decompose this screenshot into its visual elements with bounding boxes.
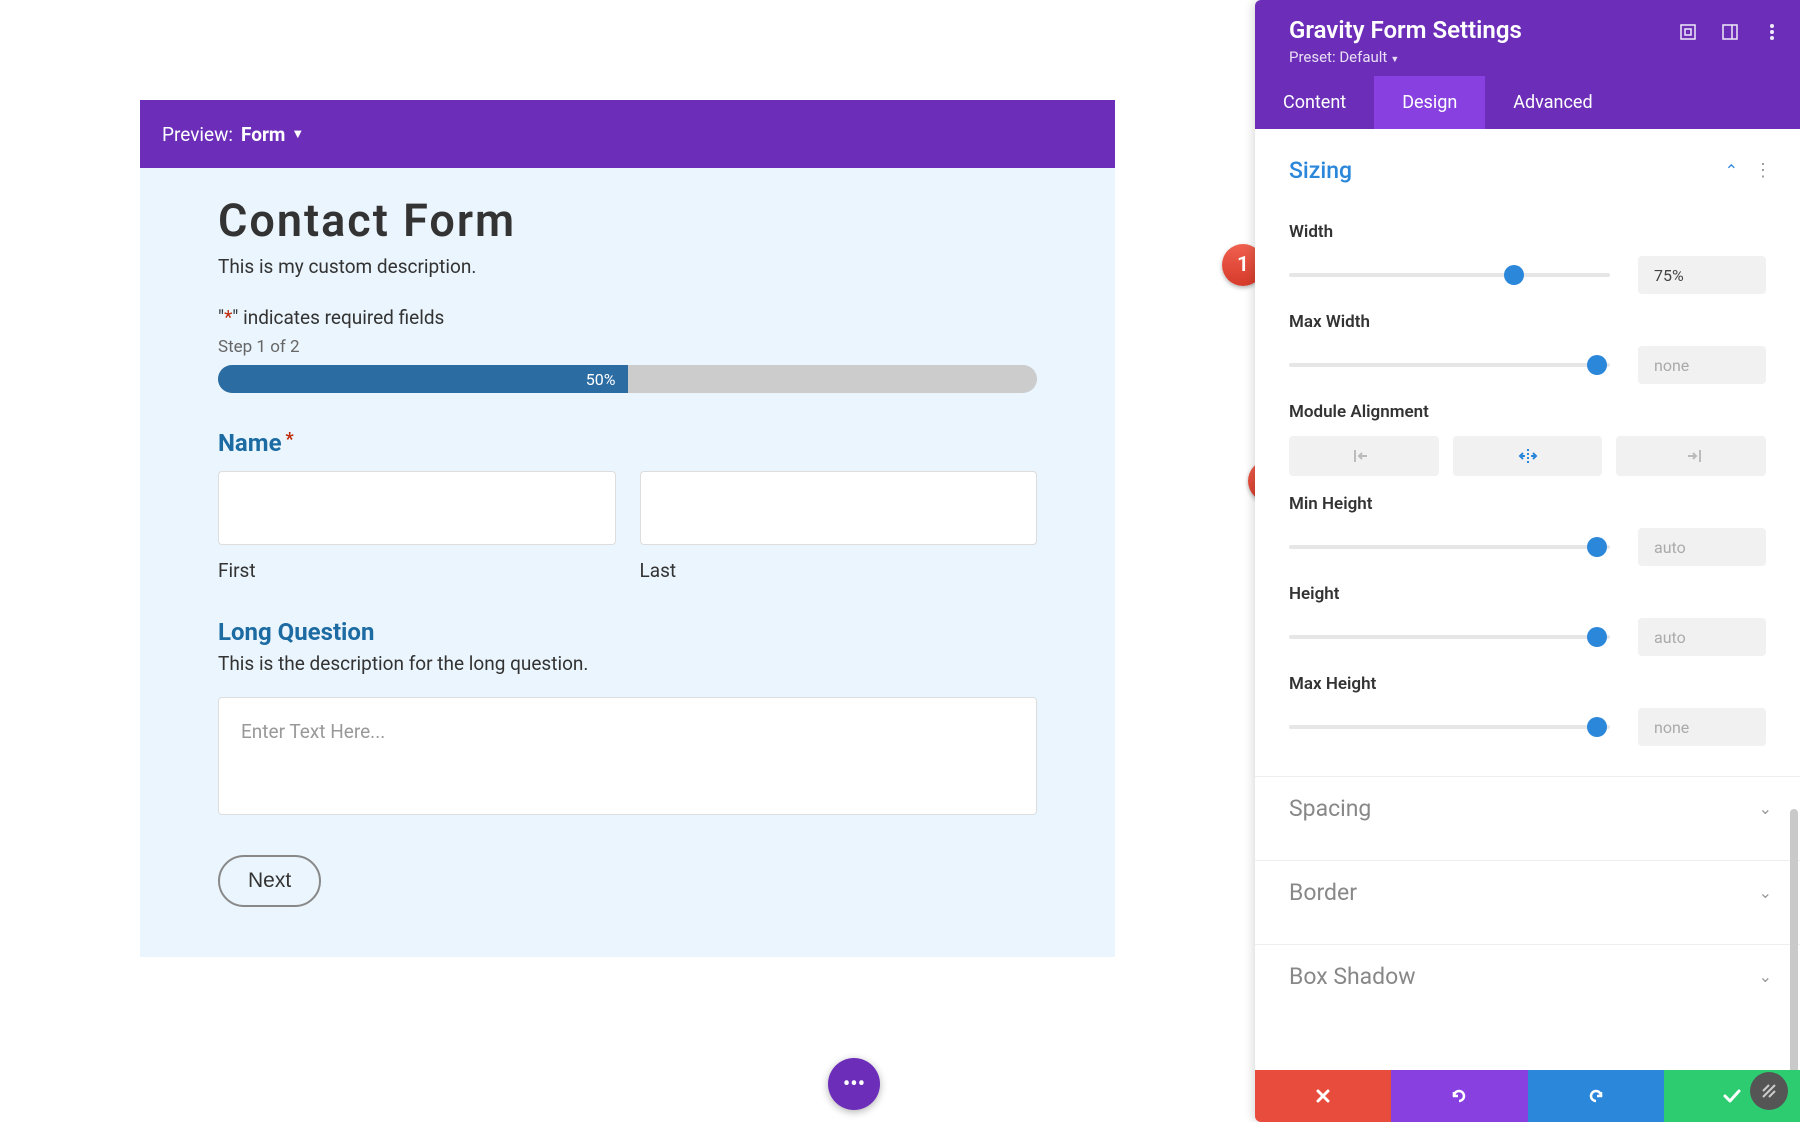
tab-design[interactable]: Design xyxy=(1374,76,1485,129)
slider-thumb[interactable] xyxy=(1587,537,1607,557)
height-label: Height xyxy=(1289,584,1766,604)
align-left-button[interactable] xyxy=(1289,436,1439,476)
maxwidth-slider[interactable] xyxy=(1289,363,1610,367)
tab-content[interactable]: Content xyxy=(1255,76,1374,129)
align-right-button[interactable] xyxy=(1616,436,1766,476)
height-slider[interactable] xyxy=(1289,635,1610,639)
minheight-label: Min Height xyxy=(1289,494,1766,514)
cancel-button[interactable] xyxy=(1255,1070,1391,1122)
long-question-textarea[interactable]: Enter Text Here... xyxy=(218,697,1037,815)
section-spacing[interactable]: Spacing ⌄ xyxy=(1255,777,1800,836)
panel-preset[interactable]: Preset: Default▼ xyxy=(1289,48,1778,66)
undo-button[interactable] xyxy=(1391,1070,1527,1122)
first-name-field[interactable] xyxy=(218,471,616,545)
slider-thumb[interactable] xyxy=(1587,627,1607,647)
more-options-fab[interactable]: ••• xyxy=(828,1058,880,1110)
maxwidth-value[interactable]: none xyxy=(1638,346,1766,384)
step-indicator: Step 1 of 2 xyxy=(218,337,1037,357)
redo-button[interactable] xyxy=(1528,1070,1664,1122)
maxwidth-label: Max Width xyxy=(1289,312,1766,332)
panel-layout-icon[interactable] xyxy=(1720,22,1740,42)
long-question-label: Long Question xyxy=(218,618,1037,646)
progress-fill: 50% xyxy=(218,365,628,393)
required-note: "*" indicates required fields xyxy=(218,306,1037,329)
resize-handle[interactable] xyxy=(1750,1072,1788,1110)
scrollbar[interactable] xyxy=(1790,809,1798,1070)
tab-advanced[interactable]: Advanced xyxy=(1485,76,1620,129)
section-border[interactable]: Border ⌄ xyxy=(1255,861,1800,920)
first-sublabel: First xyxy=(218,559,616,582)
width-value[interactable]: 75% xyxy=(1638,256,1766,294)
width-label: Width xyxy=(1289,222,1766,242)
chevron-down-icon: ⌄ xyxy=(1759,883,1772,902)
last-name-field[interactable] xyxy=(640,471,1038,545)
maxheight-label: Max Height xyxy=(1289,674,1766,694)
section-box-shadow[interactable]: Box Shadow ⌄ xyxy=(1255,945,1800,1004)
form-description: This is my custom description. xyxy=(218,255,1037,278)
progress-bar: 50% xyxy=(218,365,1037,393)
minheight-value[interactable]: auto xyxy=(1638,528,1766,566)
width-slider[interactable] xyxy=(1289,273,1610,277)
panel-scroll[interactable]: Sizing ⌃ ⋮ Width 75% Max Width none M xyxy=(1255,129,1800,1070)
slider-thumb[interactable] xyxy=(1587,717,1607,737)
panel-actions xyxy=(1255,1070,1800,1122)
more-icon[interactable]: ⋮ xyxy=(1754,160,1772,181)
last-sublabel: Last xyxy=(640,559,1038,582)
next-button[interactable]: Next xyxy=(218,855,321,907)
form-body: Contact Form This is my custom descripti… xyxy=(140,168,1115,957)
slider-thumb[interactable] xyxy=(1587,355,1607,375)
preview-value: Form xyxy=(241,123,285,146)
name-label: Name* xyxy=(218,429,1037,457)
panel-tabs: Content Design Advanced xyxy=(1255,76,1800,129)
minheight-slider[interactable] xyxy=(1289,545,1610,549)
preview-header[interactable]: Preview: Form ▼ xyxy=(140,100,1115,168)
maxheight-value[interactable]: none xyxy=(1638,708,1766,746)
chevron-down-icon: ▼ xyxy=(291,126,304,142)
expand-icon[interactable] xyxy=(1678,22,1698,42)
preview-label: Preview: xyxy=(162,123,233,146)
chevron-down-icon: ⌄ xyxy=(1759,799,1772,818)
preview-area: Preview: Form ▼ Contact Form This is my … xyxy=(0,0,1255,1122)
chevron-down-icon: ⌄ xyxy=(1759,967,1772,986)
more-icon[interactable] xyxy=(1762,22,1782,42)
slider-thumb[interactable] xyxy=(1504,265,1524,285)
name-inputs: First Last xyxy=(218,471,1037,582)
form-title: Contact Form xyxy=(218,194,1037,247)
maxheight-slider[interactable] xyxy=(1289,725,1610,729)
long-question-description: This is the description for the long que… xyxy=(218,652,1037,675)
align-center-button[interactable] xyxy=(1453,436,1603,476)
chevron-up-icon: ⌃ xyxy=(1725,161,1738,180)
panel-header: Gravity Form Settings Preset: Default▼ xyxy=(1255,0,1800,76)
settings-panel: Gravity Form Settings Preset: Default▼ C… xyxy=(1255,0,1800,1122)
module-alignment-label: Module Alignment xyxy=(1289,402,1766,422)
chevron-down-icon: ▼ xyxy=(1390,55,1399,65)
section-sizing[interactable]: Sizing ⌃ ⋮ xyxy=(1255,139,1800,198)
height-value[interactable]: auto xyxy=(1638,618,1766,656)
